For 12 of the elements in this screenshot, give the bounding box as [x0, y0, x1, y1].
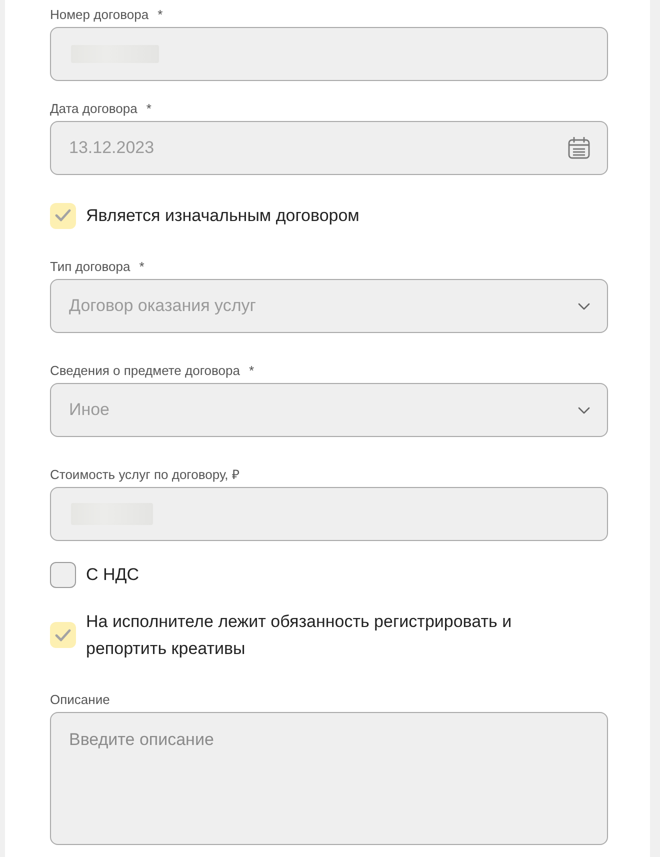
check-icon: [55, 209, 71, 222]
required-mark: *: [248, 363, 254, 378]
field-label: Тип договора: [50, 259, 130, 274]
required-mark: *: [139, 259, 144, 274]
field-label: Стоимость услуг по договору, ₽: [50, 467, 240, 482]
required-mark: *: [158, 7, 163, 22]
field-label: Описание: [50, 692, 110, 707]
required-mark: *: [146, 101, 152, 116]
field-label: Дата договора: [50, 101, 138, 116]
field-label: Номер договора: [50, 7, 149, 22]
check-icon: [55, 628, 71, 642]
field-label: Сведения о предмете договора: [50, 363, 240, 378]
